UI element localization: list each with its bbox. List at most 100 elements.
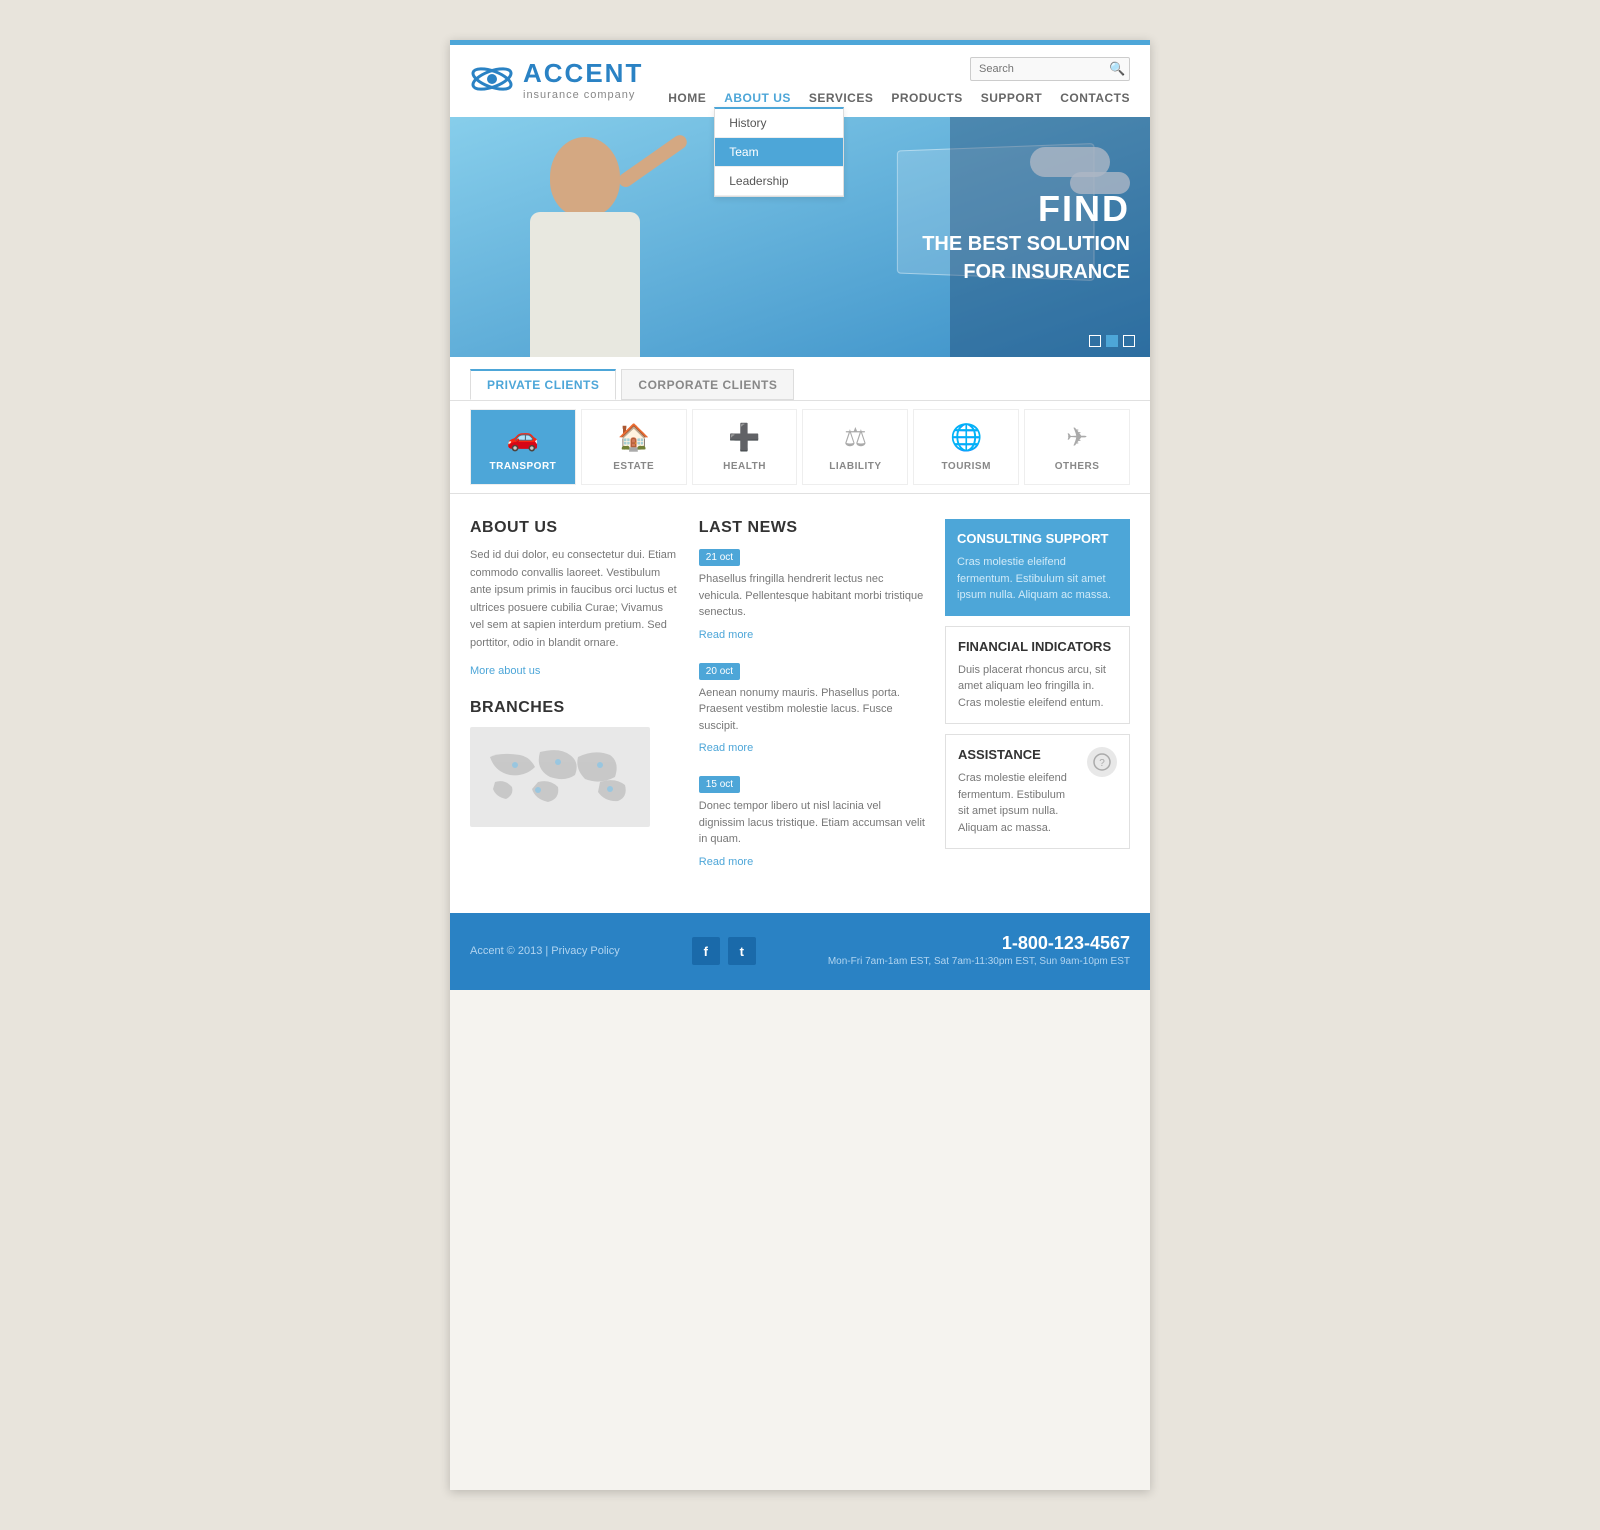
nav-contacts[interactable]: CONTACTS: [1060, 91, 1130, 105]
nav-services[interactable]: SERVICES: [809, 91, 873, 105]
indicator-3[interactable]: [1123, 335, 1135, 347]
liability-icon: ⚖: [844, 422, 867, 453]
tourism-label: TOURISM: [942, 461, 991, 472]
news-title: LAST NEWS: [699, 519, 925, 537]
nav-dropdown: History Team Leadership: [714, 107, 844, 197]
read-more-2[interactable]: Read more: [699, 742, 753, 754]
service-estate[interactable]: 🏠 ESTATE: [581, 409, 687, 485]
hero-text: FIND THE BEST SOLUTION FOR INSURANCE: [922, 188, 1130, 286]
assistance-icon: ?: [1087, 747, 1117, 777]
tab-private-clients[interactable]: PRIVATE CLIENTS: [470, 369, 616, 400]
read-more-3[interactable]: Read more: [699, 856, 753, 868]
news-item-3: 15 oct Donec tempor libero ut nisl lacin…: [699, 774, 925, 870]
middle-column: LAST NEWS 21 oct Phasellus fringilla hen…: [699, 519, 925, 888]
header-right: 🔍 HOME ABOUT US History Team Leadership …: [668, 57, 1130, 117]
hero-subtitle: THE BEST SOLUTION FOR INSURANCE: [922, 230, 1130, 286]
tab-buttons: PRIVATE CLIENTS CORPORATE CLIENTS: [470, 369, 1130, 400]
nav-about-container: ABOUT US History Team Leadership: [724, 89, 791, 107]
consulting-text: Cras molestie eleifend fermentum. Estibu…: [957, 554, 1118, 604]
world-map: [470, 727, 650, 827]
hero-person: [450, 117, 750, 357]
more-about-link[interactable]: More about us: [470, 665, 540, 677]
branches-section: BRANCHES: [470, 699, 679, 827]
nav-support[interactable]: SUPPORT: [981, 91, 1043, 105]
service-others[interactable]: ✈ OTHERS: [1024, 409, 1130, 485]
search-input[interactable]: [979, 63, 1109, 75]
news-date-2: 20 oct: [699, 663, 740, 680]
news-text-3: Donec tempor libero ut nisl lacinia vel …: [699, 798, 925, 848]
footer-social: f t: [692, 937, 756, 965]
branches-title: BRANCHES: [470, 699, 679, 717]
tab-corporate-clients[interactable]: CORPORATE CLIENTS: [621, 369, 794, 400]
person-head: [550, 137, 620, 217]
indicator-2[interactable]: [1106, 335, 1118, 347]
hero-find: FIND: [922, 188, 1130, 230]
transport-icon: 🚗: [507, 422, 539, 453]
news-date-3: 15 oct: [699, 776, 740, 793]
person-body: [530, 212, 640, 357]
logo-text-area: ACCENT insurance company: [523, 58, 643, 101]
phone-number: 1-800-123-4567: [828, 933, 1130, 954]
indicator-1[interactable]: [1089, 335, 1101, 347]
financial-box: FINANCIAL INDICATORS Duis placerat rhonc…: [945, 626, 1130, 725]
health-label: HEALTH: [723, 461, 766, 472]
logo-subtitle: insurance company: [523, 89, 643, 101]
transport-label: TRANSPORT: [490, 461, 557, 472]
twitter-button[interactable]: t: [728, 937, 756, 965]
health-icon: ➕: [728, 422, 760, 453]
tabs-section: PRIVATE CLIENTS CORPORATE CLIENTS: [450, 357, 1150, 401]
news-text-1: Phasellus fringilla hendrerit lectus nec…: [699, 571, 925, 621]
consulting-box: CONSULTING SUPPORT Cras molestie eleifen…: [945, 519, 1130, 616]
hero-line3: FOR INSURANCE: [963, 261, 1130, 283]
service-liability[interactable]: ⚖ LIABILITY: [802, 409, 908, 485]
footer-copyright: Accent © 2013 | Privacy Policy: [470, 945, 620, 957]
estate-label: ESTATE: [613, 461, 654, 472]
hero-line2: THE BEST SOLUTION: [922, 233, 1130, 255]
left-column: ABOUT US Sed id dui dolor, eu consectetu…: [470, 519, 679, 888]
svg-text:?: ?: [1099, 758, 1105, 769]
service-health[interactable]: ➕ HEALTH: [692, 409, 798, 485]
facebook-button[interactable]: f: [692, 937, 720, 965]
others-label: OTHERS: [1055, 461, 1100, 472]
about-text: Sed id dui dolor, eu consectetur dui. Et…: [470, 547, 679, 653]
assistance-title: ASSISTANCE: [958, 747, 1079, 762]
news-text-2: Aenean nonumy mauris. Phasellus porta. P…: [699, 685, 925, 735]
service-tourism[interactable]: 🌐 TOURISM: [913, 409, 1019, 485]
others-icon: ✈: [1066, 422, 1088, 453]
copyright-text: Accent © 2013 | Privacy Policy: [470, 945, 620, 957]
news-date-1: 21 oct: [699, 549, 740, 566]
dropdown-team[interactable]: Team: [715, 138, 843, 167]
financial-text: Duis placerat rhoncus arcu, sit amet ali…: [958, 662, 1117, 712]
read-more-1[interactable]: Read more: [699, 629, 753, 641]
footer-phone-area: 1-800-123-4567 Mon-Fri 7am-1am EST, Sat …: [828, 933, 1130, 970]
logo-icon: [470, 57, 515, 102]
search-icon: 🔍: [1109, 61, 1125, 77]
person-arm: [616, 132, 690, 189]
about-title: ABOUT US: [470, 519, 679, 537]
logo-area: ACCENT insurance company: [470, 57, 643, 102]
dropdown-leadership[interactable]: Leadership: [715, 167, 843, 196]
footer: Accent © 2013 | Privacy Policy f t 1-800…: [450, 913, 1150, 990]
phone-hours: Mon-Fri 7am-1am EST, Sat 7am-11:30pm EST…: [828, 954, 1130, 970]
nav-home[interactable]: HOME: [668, 91, 706, 105]
liability-label: LIABILITY: [829, 461, 881, 472]
main-content: ABOUT US Sed id dui dolor, eu consectetu…: [450, 494, 1150, 913]
news-item-2: 20 oct Aenean nonumy mauris. Phasellus p…: [699, 661, 925, 757]
header: ACCENT insurance company 🔍 HOME ABOUT US…: [450, 45, 1150, 117]
consulting-title: CONSULTING SUPPORT: [957, 531, 1118, 546]
hero-indicators: [1089, 335, 1135, 347]
right-column: CONSULTING SUPPORT Cras molestie eleifen…: [945, 519, 1130, 888]
page-wrapper: ACCENT insurance company 🔍 HOME ABOUT US…: [450, 40, 1150, 1490]
logo-brand-name: ACCENT: [523, 58, 643, 89]
nav-about[interactable]: ABOUT US: [724, 91, 791, 105]
assistance-box: ASSISTANCE Cras molestie eleifend fermen…: [945, 734, 1130, 849]
estate-icon: 🏠: [618, 422, 650, 453]
financial-title: FINANCIAL INDICATORS: [958, 639, 1117, 654]
service-transport[interactable]: 🚗 TRANSPORT: [470, 409, 576, 485]
nav-products[interactable]: PRODUCTS: [891, 91, 962, 105]
main-nav: HOME ABOUT US History Team Leadership SE…: [668, 89, 1130, 117]
dropdown-history[interactable]: History: [715, 109, 843, 138]
assistance-text: Cras molestie eleifend fermentum. Estibu…: [958, 770, 1079, 836]
news-item-1: 21 oct Phasellus fringilla hendrerit lec…: [699, 547, 925, 643]
search-bar[interactable]: 🔍: [970, 57, 1130, 81]
